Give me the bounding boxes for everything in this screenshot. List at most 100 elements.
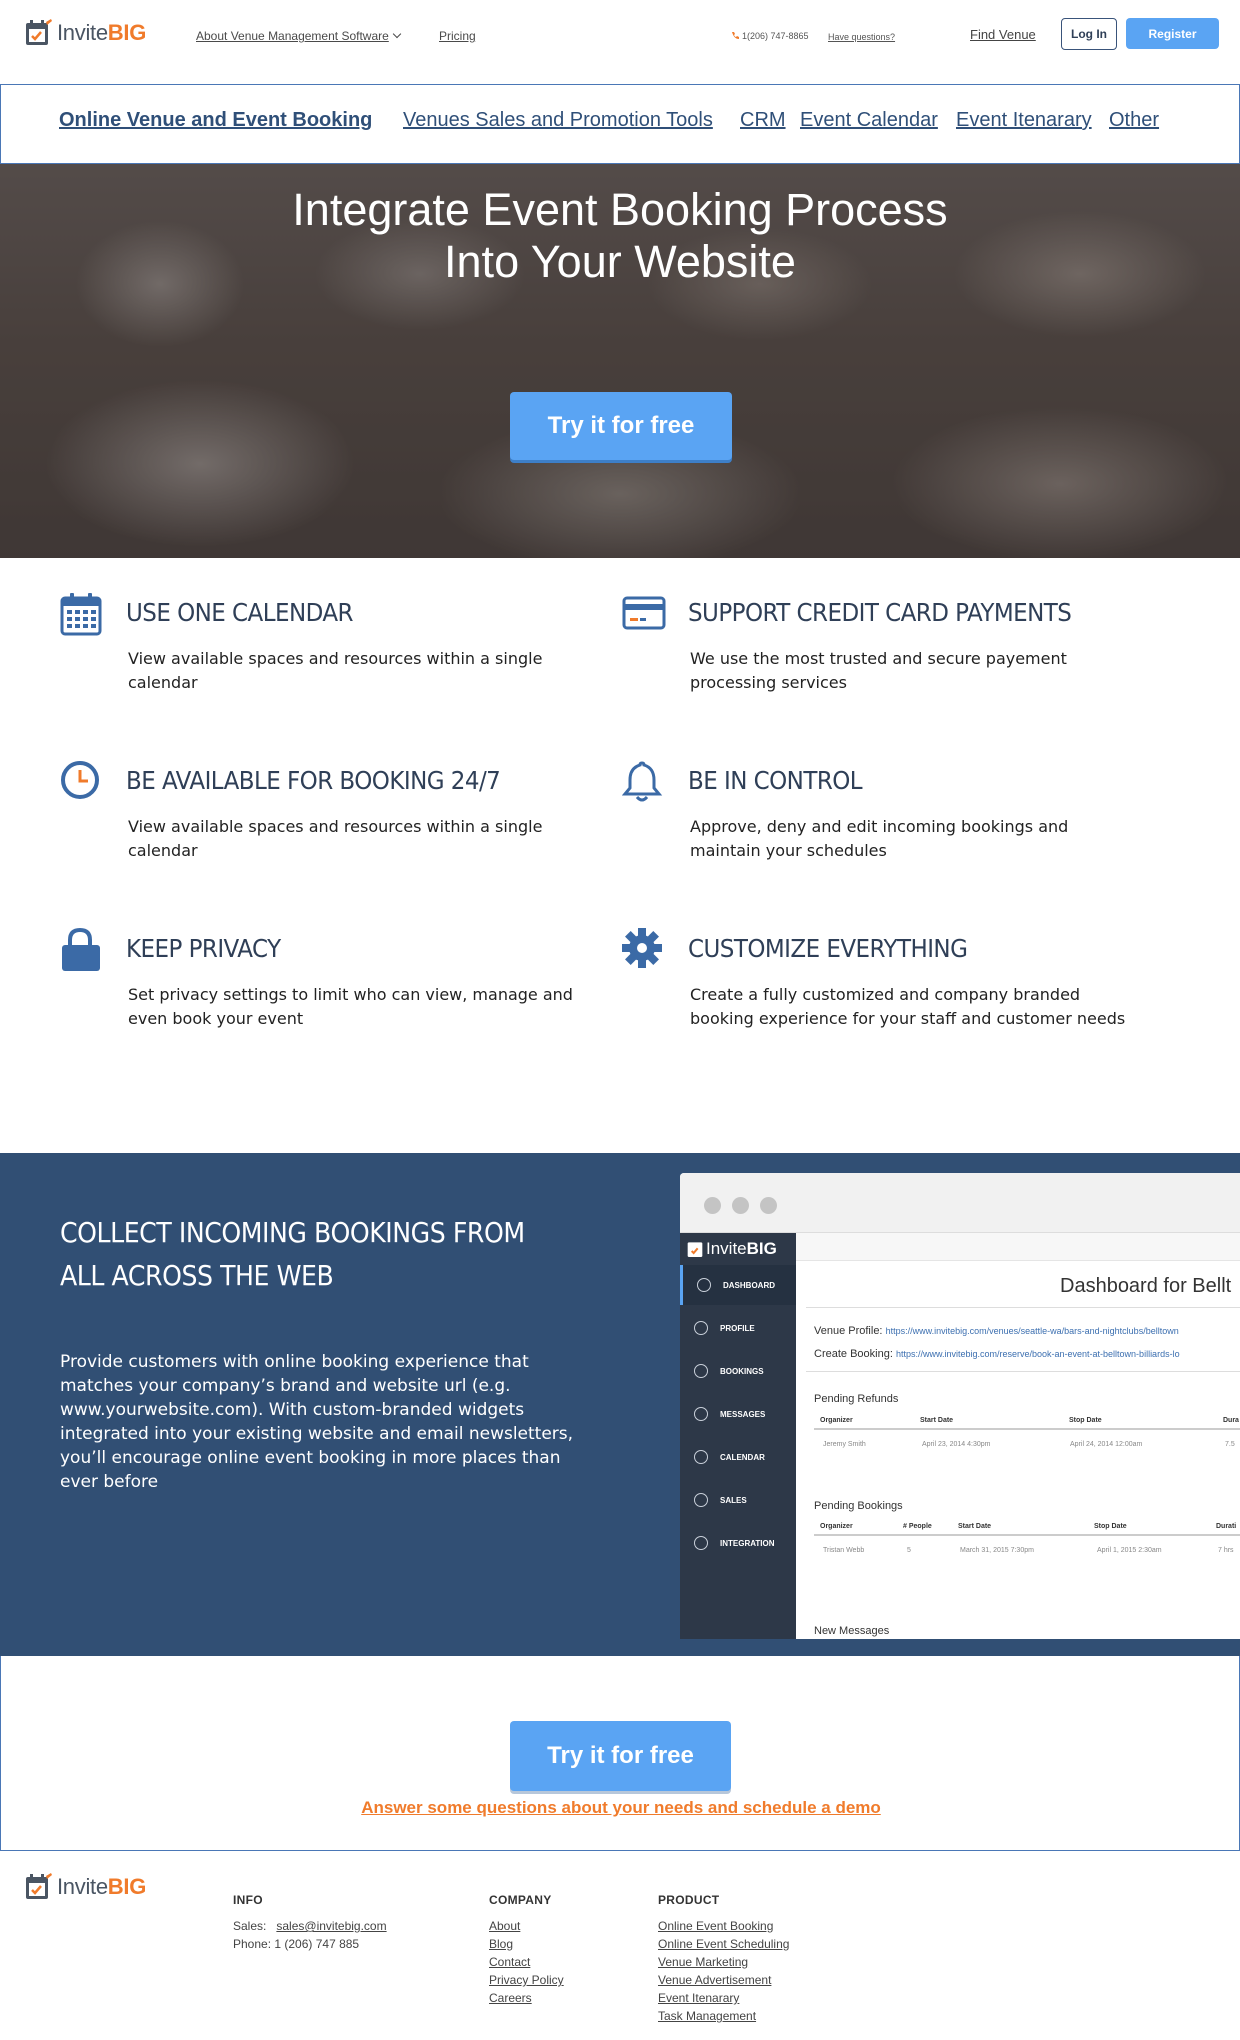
credit-card-icon	[622, 596, 666, 630]
feature-title: KEEP PRIVACY	[126, 934, 281, 963]
subnav-sales-promotion[interactable]: Venues Sales and Promotion Tools	[403, 109, 713, 132]
dashboard-topbar	[796, 1233, 1240, 1261]
venue-profile-label: Venue Profile:	[814, 1325, 883, 1337]
login-button[interactable]: Log In	[1061, 18, 1117, 50]
feature-text: We use the most trusted and secure payem…	[690, 649, 1067, 692]
phone-number: 1(206) 747-8865	[730, 31, 809, 41]
feature-text: Set privacy settings to limit who can vi…	[128, 985, 573, 1028]
table-cell: 5	[907, 1547, 911, 1554]
dashboard-icon	[697, 1278, 711, 1292]
hero-title-line2: Into Your Website	[444, 236, 796, 287]
footer-company-heading: COMPANY	[489, 1893, 552, 1907]
product-subnav: Online Venue and Event Booking Venues Sa…	[0, 84, 1240, 164]
register-button[interactable]: Register	[1126, 18, 1219, 49]
subnav-other[interactable]: Other	[1109, 109, 1159, 132]
create-booking-url[interactable]: https://www.invitebig.com/reserve/book-a…	[896, 1349, 1180, 1359]
sidebar-item-profile[interactable]: PROFILE	[680, 1308, 796, 1348]
nav-pricing-link[interactable]: Pricing	[439, 29, 476, 43]
footer-product-heading: PRODUCT	[658, 1893, 720, 1907]
footer-link-privacy[interactable]: Privacy Policy	[489, 1973, 564, 1987]
footer-link-careers[interactable]: Careers	[489, 1991, 532, 2005]
clock-icon	[61, 761, 99, 799]
footer-link-blog[interactable]: Blog	[489, 1937, 513, 1951]
feature-text: View available spaces and resources with…	[128, 649, 543, 692]
table-cell: March 31, 2015 7:30pm	[960, 1547, 1034, 1554]
sidebar-item-integration[interactable]: INTEGRATION	[680, 1523, 796, 1563]
logo-text-big: BIG	[107, 1874, 147, 1899]
collect-bookings-section: COLLECT INCOMING BOOKINGS FROM ALL ACROS…	[0, 1153, 1240, 1656]
table-header: Start Date	[920, 1417, 954, 1424]
schedule-demo-link[interactable]: Answer some questions about your needs a…	[1, 1798, 1240, 1818]
chat-icon	[694, 1407, 708, 1421]
window-dot	[732, 1197, 749, 1214]
sidebar-item-messages[interactable]: MESSAGES	[680, 1394, 796, 1434]
footer-info-heading: INFO	[233, 1893, 263, 1907]
footer-link-contact[interactable]: Contact	[489, 1955, 530, 1969]
table-cell: April 23, 2014 4:30pm	[922, 1441, 991, 1448]
footer-sales: Sales: sales@invitebig.com	[233, 1919, 387, 1933]
table-header-rule	[814, 1534, 1240, 1536]
footer-phone: Phone: 1 (206) 747 885	[233, 1937, 360, 1951]
sidebar-item-label: PROFILE	[720, 1323, 755, 1333]
table-header: Stop Date	[1069, 1417, 1102, 1424]
phone-icon	[732, 32, 739, 39]
subnav-crm[interactable]: CRM	[740, 109, 786, 132]
sidebar-item-dashboard[interactable]: DASHBOARD	[680, 1265, 796, 1305]
chevron-down-icon	[392, 29, 402, 39]
try-free-button[interactable]: Try it for free	[510, 392, 732, 460]
calendar-icon	[60, 593, 102, 636]
venue-profile-line: Venue Profile: https://www.invitebig.com…	[814, 1325, 1179, 1337]
sidebar-item-label: SALES	[720, 1495, 747, 1505]
logo-text-invite: Invite	[57, 20, 108, 45]
subnav-event-itenarary[interactable]: Event Itenarary	[956, 109, 1092, 132]
gear-icon	[622, 928, 662, 968]
footer-link-about[interactable]: About	[489, 1919, 520, 1933]
divider	[806, 1371, 1240, 1372]
find-venue-link[interactable]: Find Venue	[970, 27, 1036, 42]
feature-title: SUPPORT CREDIT CARD PAYMENTS	[688, 598, 1072, 627]
subnav-event-calendar[interactable]: Event Calendar	[800, 109, 938, 132]
sidebar-item-bookings[interactable]: BOOKINGS	[680, 1351, 796, 1391]
logo-calendar-icon	[687, 1242, 703, 1257]
pending-bookings-heading: Pending Bookings	[814, 1500, 903, 1512]
integration-icon	[694, 1536, 708, 1550]
sidebar-item-label: INTEGRATION	[720, 1538, 775, 1548]
bell-icon	[622, 761, 663, 802]
try-free-button[interactable]: Try it for free	[510, 1721, 731, 1791]
collect-title: COLLECT INCOMING BOOKINGS FROM ALL ACROS…	[60, 1216, 525, 1292]
table-header-rule	[814, 1428, 1240, 1430]
pending-refunds-heading: Pending Refunds	[814, 1393, 899, 1405]
footer-link-online-booking[interactable]: Online Event Booking	[658, 1919, 773, 1933]
footer-link-venue-advertisement[interactable]: Venue Advertisement	[658, 1973, 771, 1987]
lock-icon	[62, 928, 100, 971]
create-booking-line: Create Booking: https://www.invitebig.co…	[814, 1348, 1180, 1360]
table-header: Start Date	[958, 1523, 992, 1530]
hero-banner: Integrate Event Booking Process Into You…	[0, 164, 1240, 558]
invitebig-logo[interactable]: InviteBIG	[24, 18, 146, 48]
logo-calendar-icon	[26, 19, 52, 45]
feature-text: Approve, deny and edit incoming bookings…	[690, 817, 1069, 860]
sidebar-item-calendar[interactable]: CALENDAR	[680, 1437, 796, 1477]
table-header: # People	[903, 1523, 932, 1530]
table-cell: April 24, 2014 12:00am	[1070, 1441, 1143, 1448]
window-dot	[760, 1197, 777, 1214]
table-header: Durati	[1216, 1523, 1237, 1530]
new-messages-heading: New Messages	[814, 1625, 890, 1637]
footer-logo[interactable]: InviteBIG	[24, 1872, 146, 1902]
window-titlebar	[680, 1173, 1240, 1233]
footer-link-event-itenarary[interactable]: Event Itenarary	[658, 1991, 739, 2005]
footer-sales-email[interactable]: sales@invitebig.com	[276, 1919, 386, 1933]
subnav-online-booking[interactable]: Online Venue and Event Booking	[59, 109, 372, 132]
sidebar-item-sales[interactable]: SALES	[680, 1480, 796, 1520]
nav-about-dropdown[interactable]: About Venue Management Software	[196, 29, 402, 43]
feature-title: USE ONE CALENDAR	[126, 598, 354, 627]
table-cell: 7.5	[1225, 1441, 1235, 1448]
footer-link-task-management[interactable]: Task Management	[658, 2009, 756, 2023]
footer-link-online-scheduling[interactable]: Online Event Scheduling	[658, 1937, 789, 1951]
logo-text-big: BIG	[107, 20, 147, 45]
feature-title: BE AVAILABLE FOR BOOKING 24/7	[126, 766, 501, 795]
sidebar-item-label: DASHBOARD	[723, 1280, 775, 1290]
have-questions-link[interactable]: Have questions?	[828, 32, 895, 42]
venue-profile-url[interactable]: https://www.invitebig.com/venues/seattle…	[886, 1326, 1179, 1336]
footer-link-venue-marketing[interactable]: Venue Marketing	[658, 1955, 748, 1969]
